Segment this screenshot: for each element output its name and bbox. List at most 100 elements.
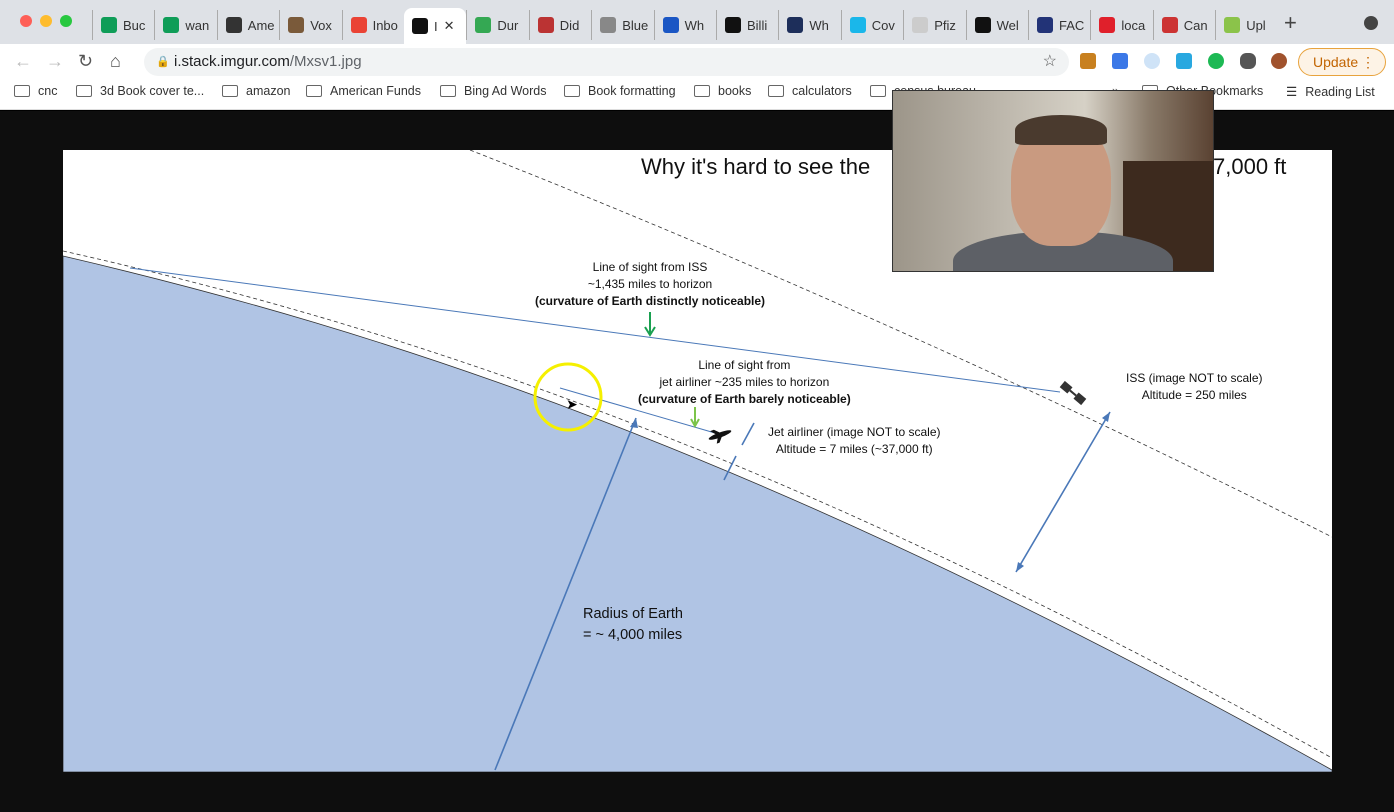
tab[interactable]: Inbo xyxy=(341,10,404,40)
tab[interactable]: Can xyxy=(1152,10,1215,40)
address-bar[interactable]: 🔒 i.stack.imgur.com/Mxsv1.jpg ☆ xyxy=(144,48,1069,76)
tab-label: FAC xyxy=(1059,17,1085,33)
bookmark-item[interactable]: Bing Ad Words xyxy=(440,84,546,98)
webcam-overlay[interactable] xyxy=(892,90,1214,272)
bookmark-label: calculators xyxy=(792,84,852,98)
bookmark-item[interactable]: books xyxy=(694,84,751,98)
folder-icon xyxy=(306,85,322,97)
close-window-button[interactable] xyxy=(20,15,32,27)
person-hair xyxy=(1015,115,1107,145)
tab[interactable]: Dur xyxy=(466,10,528,40)
avatar[interactable] xyxy=(1271,53,1287,69)
label-line: Line of sight from xyxy=(698,358,791,372)
bookmark-label: amazon xyxy=(246,84,291,98)
label-line: jet airliner ~235 miles to horizon xyxy=(659,375,830,389)
favicon-icon xyxy=(912,17,929,33)
radius-arrowhead xyxy=(630,418,638,428)
favicon-icon xyxy=(412,18,428,34)
bookmark-star-icon[interactable]: ☆ xyxy=(1043,48,1057,76)
back-icon[interactable]: ← xyxy=(14,51,32,72)
favicon-icon xyxy=(475,17,492,33)
extension-icon[interactable] xyxy=(1144,53,1160,69)
tab[interactable]: Vox xyxy=(279,10,341,40)
zoom-window-button[interactable] xyxy=(60,15,72,27)
folder-icon xyxy=(564,85,580,97)
diagram-title: Why it's hard to see the xyxy=(641,154,871,179)
tab[interactable]: I ✕ xyxy=(404,8,466,44)
favicon-icon xyxy=(288,17,305,33)
close-tab-icon[interactable]: ✕ xyxy=(444,18,455,34)
favicon-icon xyxy=(849,17,866,33)
tab-label: Wel xyxy=(996,17,1019,33)
tab[interactable]: FAC xyxy=(1028,10,1090,40)
url-path: /Mxsv1.jpg xyxy=(289,53,362,70)
update-button[interactable]: Update ⋮ xyxy=(1298,48,1386,76)
favicon-icon xyxy=(662,17,679,33)
url-host: i.stack.imgur.com xyxy=(174,53,290,70)
extension-icon[interactable] xyxy=(1112,53,1128,69)
tab-label: Inbo xyxy=(372,17,398,33)
bookmark-item[interactable]: amazon xyxy=(222,84,290,98)
jet-los-label: Line of sight from jet airliner ~235 mil… xyxy=(638,357,851,408)
bookmark-item[interactable]: cnc xyxy=(14,84,57,98)
favicon-icon xyxy=(225,17,242,33)
extension-icon[interactable] xyxy=(1208,53,1224,69)
minimize-window-button[interactable] xyxy=(40,15,52,27)
favicon-icon xyxy=(101,17,117,33)
tab-label: Vox xyxy=(310,17,332,33)
label-line: ISS (image NOT to scale) xyxy=(1126,371,1263,385)
favicon-icon xyxy=(1224,17,1241,33)
label-line: Jet airliner (image NOT to scale) xyxy=(768,425,941,439)
bookmark-item[interactable]: 3d Book cover te... xyxy=(76,84,204,98)
tab[interactable]: Wel xyxy=(965,10,1028,40)
radius-label: Radius of Earth = ~ 4,000 miles xyxy=(583,604,683,646)
tab[interactable]: Blue xyxy=(591,10,653,40)
tab[interactable]: Pfiz xyxy=(903,10,965,40)
tab-search-icon[interactable] xyxy=(1364,16,1378,30)
bookmark-label: American Funds xyxy=(330,84,422,98)
label-line: Altitude = 250 miles xyxy=(1141,388,1247,402)
tab[interactable]: wan xyxy=(154,10,216,40)
tab[interactable]: Upl xyxy=(1215,10,1277,40)
home-icon[interactable]: ⌂ xyxy=(110,51,121,72)
earth-surface xyxy=(63,255,1332,772)
tab[interactable]: Billi xyxy=(716,10,778,40)
extension-icon[interactable] xyxy=(1080,53,1096,69)
reload-icon[interactable]: ↻ xyxy=(78,51,93,72)
tab[interactable]: Ame xyxy=(216,10,279,40)
label-line: Radius of Earth xyxy=(583,606,683,622)
tab-label: Wh xyxy=(809,17,829,33)
iss-altitude-arrow xyxy=(1015,411,1111,573)
more-icon: ⋮ xyxy=(1361,54,1375,70)
tab-label: Wh xyxy=(684,17,705,33)
bookmark-item[interactable]: calculators xyxy=(768,84,852,98)
puzzle-icon[interactable] xyxy=(1240,53,1256,69)
update-label: Update xyxy=(1313,54,1359,70)
label-line: = ~ 4,000 miles xyxy=(583,627,683,643)
bookmark-item[interactable]: Book formatting xyxy=(564,84,676,98)
label-line: Altitude = 7 miles (~37,000 ft) xyxy=(775,442,933,456)
reading-list-label: Reading List xyxy=(1305,84,1375,99)
tab[interactable]: Did xyxy=(528,10,591,40)
folder-icon xyxy=(222,85,238,97)
reading-list[interactable]: ☰ Reading List xyxy=(1286,84,1375,100)
mouse-cursor-icon: ➤ xyxy=(566,396,578,412)
label-line: Line of sight from ISS xyxy=(592,260,708,274)
tab[interactable]: Cov xyxy=(840,10,903,40)
tab[interactable]: Wh xyxy=(778,10,840,40)
tab-label: Ame xyxy=(247,17,275,33)
tab-label: wan xyxy=(185,17,210,33)
folder-icon xyxy=(14,85,30,97)
forward-icon[interactable]: → xyxy=(46,51,64,72)
folder-icon xyxy=(768,85,784,97)
extension-icon[interactable] xyxy=(1176,53,1192,69)
tab[interactable]: Wh xyxy=(653,10,716,40)
lock-icon[interactable]: 🔒 xyxy=(156,48,170,76)
bookmark-label: Book formatting xyxy=(588,84,676,98)
bookmark-item[interactable]: American Funds xyxy=(306,84,421,98)
tab-label: Upl xyxy=(1246,17,1266,33)
favicon-icon xyxy=(1099,17,1116,33)
new-tab-button[interactable]: + xyxy=(1284,10,1297,36)
tab[interactable]: Buc xyxy=(92,10,154,40)
tab[interactable]: loca xyxy=(1090,10,1152,40)
